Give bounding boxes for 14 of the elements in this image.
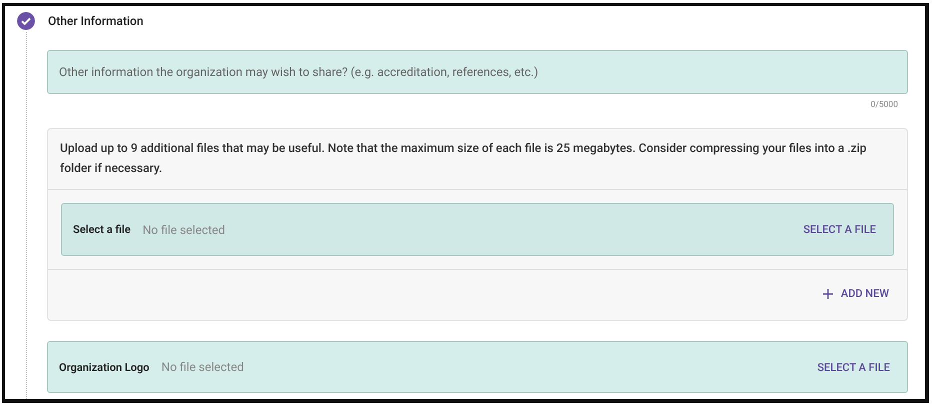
file-label: Organization Logo bbox=[59, 360, 150, 374]
file-status: No file selected bbox=[161, 360, 245, 374]
file-label: Select a file bbox=[73, 223, 131, 236]
upload-instructions: Upload up to 9 additional files that may be useful. Note that the maximum size of each file is 25 megabytes. Consider compressing your files into a .zip folder if necessary. bbox=[59, 140, 868, 177]
file-status: No file selected bbox=[142, 222, 226, 236]
text-area[interactable]: Other information the organization may wish to share? (e.g. accreditation, references, etc.) bbox=[47, 50, 908, 94]
section-title: Other Information bbox=[48, 14, 144, 30]
add-new-button[interactable]: ADD NEW bbox=[822, 287, 889, 300]
select-file-button[interactable]: SELECT A FILE bbox=[817, 360, 890, 374]
character-counter: 0/5000 bbox=[870, 100, 898, 110]
select-file-button[interactable]: SELECT A FILE bbox=[803, 223, 876, 236]
file-picker[interactable]: Select a file No file selected SELECT A FILE bbox=[61, 203, 894, 256]
file-picker[interactable]: Organization Logo No file selected SELECT A FILE bbox=[47, 341, 908, 393]
plus-icon bbox=[822, 288, 833, 298]
